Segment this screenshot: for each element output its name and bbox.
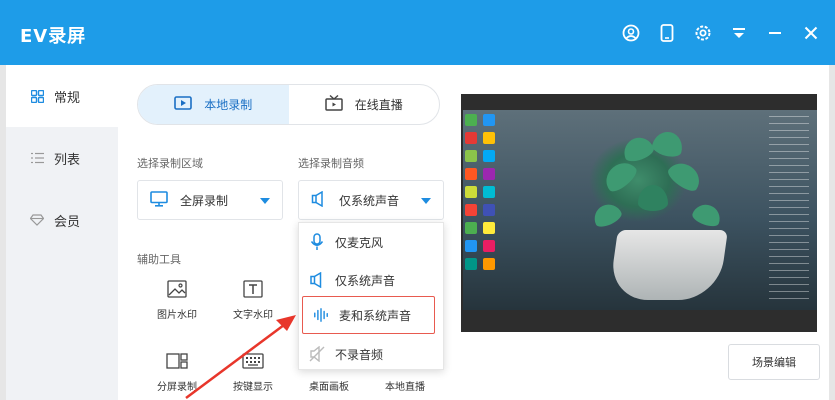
tool-label: 按键显示: [233, 382, 273, 393]
audio-option-label: 麦和系统声音: [339, 308, 412, 323]
monitor-icon: [150, 190, 168, 210]
tab-label: 本地录制: [204, 98, 253, 112]
audio-option-mic-and-system[interactable]: 麦和系统声音: [302, 296, 435, 334]
audio-dropdown: 仅麦克风 仅系统声音 麦和系统声音 不录音频: [298, 222, 444, 370]
sidebar-item-list[interactable]: 列表: [6, 127, 118, 189]
record-audio-value: 仅系统声音: [339, 193, 400, 208]
audio-option-no-audio[interactable]: 不录音频: [299, 335, 445, 373]
split-screen-icon: [166, 351, 188, 371]
tool-split-screen[interactable]: 分屏录制: [147, 351, 207, 393]
chevron-down-icon: [421, 198, 431, 204]
sidebar-item-label: 会员: [54, 214, 81, 230]
record-audio-label: 选择录制音频: [298, 157, 364, 170]
scene-edit-button[interactable]: 场景编辑: [728, 344, 820, 380]
tool-label: 桌面画板: [309, 382, 349, 393]
audio-option-system-only[interactable]: 仅系统声音: [299, 261, 445, 299]
desktop-icons: [465, 114, 505, 270]
record-audio-select[interactable]: 仅系统声音: [298, 180, 444, 220]
sidebar-item-member[interactable]: 会员: [6, 189, 118, 251]
record-icon: [174, 96, 193, 113]
tab-label: 在线直播: [354, 98, 403, 112]
microphone-icon: [309, 233, 325, 251]
tv-icon: [324, 94, 343, 114]
minimize-icon[interactable]: [765, 23, 785, 43]
sidebar-item-label: 常规: [54, 90, 81, 106]
menu-icon[interactable]: [729, 23, 749, 43]
tool-label: 本地直播: [385, 382, 425, 393]
user-icon[interactable]: [621, 23, 641, 43]
tab-local-record[interactable]: 本地录制: [138, 85, 289, 124]
tools-label: 辅助工具: [137, 253, 181, 266]
waveform-icon: [313, 306, 329, 324]
tool-label: 图片水印: [157, 310, 197, 321]
tool-text-watermark[interactable]: 文字水印: [223, 279, 283, 321]
tool-label: 分屏录制: [157, 382, 197, 393]
speaker-icon: [309, 271, 325, 289]
mode-tabs: 本地录制 在线直播: [137, 84, 440, 125]
desktop-icons-right: [769, 116, 809, 301]
tool-label: 文字水印: [233, 310, 273, 321]
record-area-select[interactable]: 全屏录制: [137, 180, 283, 220]
text-icon: [242, 279, 264, 299]
audio-option-label: 仅麦克风: [335, 235, 384, 250]
sidebar: 常规 列表 会员: [6, 65, 118, 400]
preview-panel: [461, 94, 817, 332]
desktop-preview-image: [463, 110, 817, 310]
grid-icon: [30, 89, 44, 103]
title-bar: EV录屏: [0, 0, 835, 65]
settings-icon[interactable]: [693, 23, 713, 43]
record-area-value: 全屏录制: [180, 193, 229, 208]
mute-icon: [309, 345, 325, 363]
audio-option-label: 不录音频: [335, 347, 384, 362]
image-icon: [166, 279, 188, 299]
tool-image-watermark[interactable]: 图片水印: [147, 279, 207, 321]
tool-key-display[interactable]: 按键显示: [223, 351, 283, 393]
record-area-label: 选择录制区域: [137, 157, 203, 170]
close-icon[interactable]: [801, 23, 821, 43]
tab-online-live[interactable]: 在线直播: [289, 85, 440, 124]
sidebar-item-label: 列表: [54, 152, 81, 168]
phone-icon[interactable]: [657, 23, 677, 43]
sidebar-item-general[interactable]: 常规: [6, 65, 118, 127]
audio-option-mic-only[interactable]: 仅麦克风: [299, 223, 445, 261]
list-icon: [30, 151, 44, 165]
diamond-icon: [30, 213, 44, 227]
app-title: EV录屏: [20, 26, 87, 47]
speaker-icon: [311, 190, 327, 210]
chevron-down-icon: [260, 198, 270, 204]
audio-option-label: 仅系统声音: [335, 273, 396, 288]
keyboard-icon: [242, 351, 264, 371]
